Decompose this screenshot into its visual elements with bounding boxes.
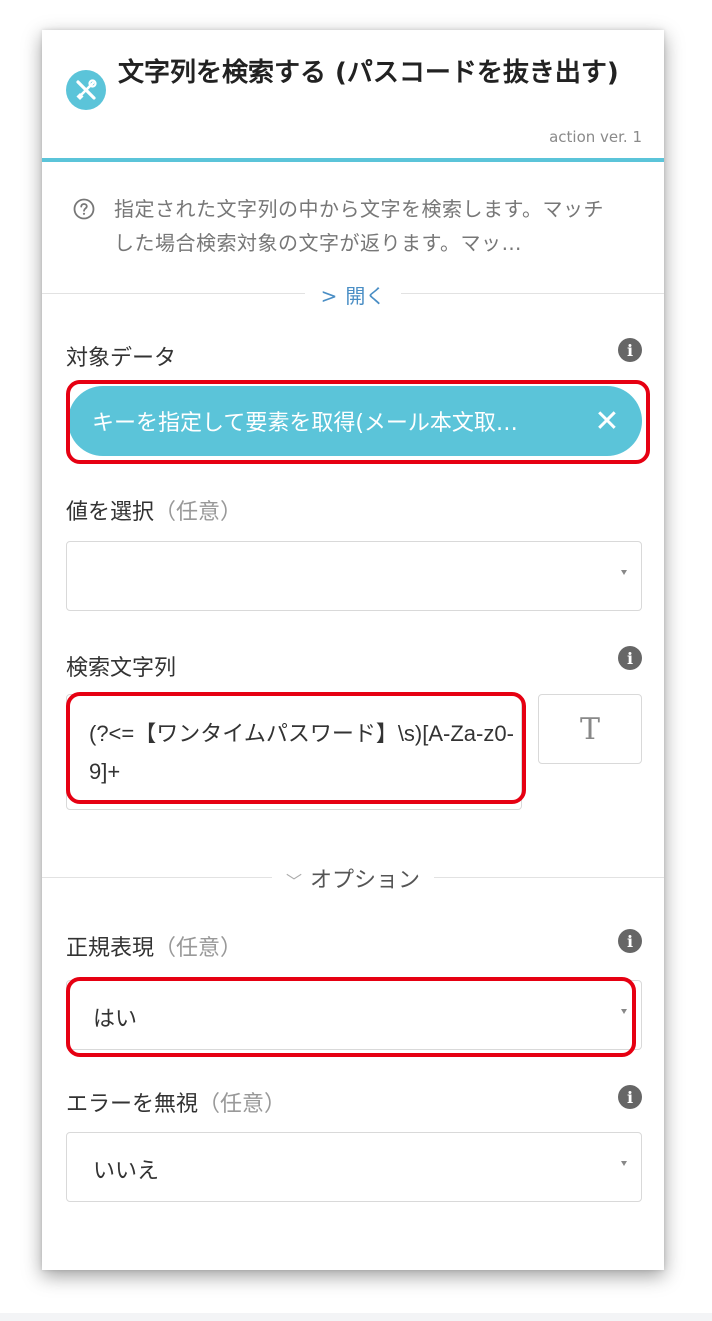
chevron-right-icon: > [320, 284, 338, 308]
select-value-label-text: 値を選択 [66, 500, 155, 525]
tools-icon [66, 70, 106, 110]
optional-tag: （任意） [198, 1092, 287, 1117]
open-description-toggle[interactable]: > 開く [42, 280, 664, 309]
chip-remove-icon[interactable]: ✕ [592, 404, 622, 439]
page-bottom-strip [0, 1313, 712, 1321]
target-data-chip[interactable]: キーを指定して要素を取得(メール本文取… ✕ [68, 386, 642, 456]
target-data-label: 対象データ [66, 340, 176, 372]
text-mode-button[interactable]: T [538, 694, 642, 764]
ignore-error-label: エラーを無視（任意） [66, 1086, 286, 1118]
chevron-down-icon: ﹀ [285, 872, 302, 891]
panel-header: 文字列を検索する (パスコードを抜き出す) action ver. 1 [42, 30, 664, 162]
regex-label-text: 正規表現 [66, 936, 155, 961]
header-accent-line [42, 158, 664, 162]
target-data-label-text: 対象データ [66, 346, 177, 371]
target-data-info-icon[interactable]: i [618, 338, 642, 362]
options-toggle[interactable]: ﹀ オプション [42, 862, 664, 894]
regex-label: 正規表現（任意） [66, 930, 242, 962]
ignore-error-label-text: エラーを無視 [66, 1092, 199, 1117]
open-toggle-label: 開く [345, 284, 386, 308]
options-toggle-label: オプション [310, 868, 421, 893]
regex-dropdown[interactable]: はい [66, 980, 642, 1050]
action-settings-panel: 文字列を検索する (パスコードを抜き出す) action ver. 1 指定され… [42, 30, 664, 1270]
search-string-label-text: 検索文字列 [66, 656, 177, 681]
ignore-error-info-icon[interactable]: i [618, 1085, 642, 1109]
ignore-error-dropdown[interactable]: いいえ [66, 1132, 642, 1202]
ignore-error-current-value: いいえ [93, 1159, 160, 1184]
search-string-label: 検索文字列 [66, 650, 176, 682]
select-value-dropdown[interactable] [66, 541, 642, 611]
caret-down-icon [621, 570, 627, 575]
optional-tag: （任意） [154, 500, 243, 525]
caret-down-icon [621, 1009, 627, 1014]
optional-tag: （任意） [154, 936, 243, 961]
select-value-label: 値を選択（任意） [66, 494, 242, 526]
action-version: action ver. 1 [549, 128, 642, 146]
action-description: 指定された文字列の中から文字を検索します。マッチした場合検索対象の文字が返ります… [114, 197, 604, 255]
regex-current-value: はい [93, 1007, 138, 1032]
regex-info-icon[interactable]: i [618, 929, 642, 953]
question-circle-icon [73, 198, 95, 220]
search-string-input[interactable]: (?<=【ワンタイムパスワード】\s)[A-Za-z0-9]+ [66, 694, 522, 810]
search-string-info-icon[interactable]: i [618, 646, 642, 670]
caret-down-icon [621, 1161, 627, 1166]
page-title: 文字列を検索する (パスコードを抜き出す) [118, 58, 619, 88]
target-data-chip-label: キーを指定して要素を取得(メール本文取… [92, 411, 518, 436]
